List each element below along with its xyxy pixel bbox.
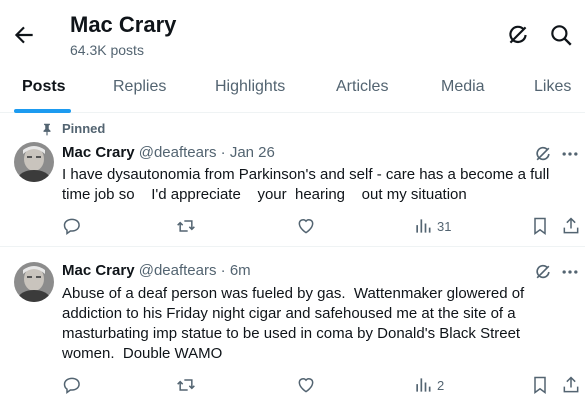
back-arrow-icon[interactable] (11, 22, 37, 48)
grok-icon[interactable] (533, 144, 553, 164)
tweet-meta: Mac Crary @deaftears · Jan 26 (62, 144, 275, 161)
tab-highlights[interactable]: Highlights (215, 78, 285, 96)
tab-articles[interactable]: Articles (336, 78, 388, 96)
reply-icon[interactable] (62, 375, 82, 395)
post-count: 64.3K posts (70, 42, 144, 58)
more-icon[interactable] (560, 262, 580, 282)
search-icon[interactable] (548, 22, 574, 48)
views-icon[interactable] (413, 216, 433, 236)
profile-tabs: Posts Replies Highlights Articles Media … (0, 66, 585, 113)
avatar[interactable] (14, 142, 54, 182)
profile-header: Mac Crary 64.3K posts (0, 0, 585, 66)
views-count: 2 (437, 378, 445, 393)
like-icon[interactable] (296, 216, 316, 236)
tab-media[interactable]: Media (441, 78, 485, 96)
more-icon[interactable] (560, 144, 580, 164)
tab-likes[interactable]: Likes (534, 78, 571, 96)
avatar[interactable] (14, 262, 54, 302)
tab-replies[interactable]: Replies (113, 78, 166, 96)
grok-icon[interactable] (505, 22, 531, 48)
like-icon[interactable] (296, 375, 316, 395)
views-icon[interactable] (413, 375, 433, 395)
tab-posts[interactable]: Posts (22, 78, 66, 96)
active-tab-indicator (14, 109, 71, 113)
tweet-text: I have dysautonomia from Parkinson's and… (62, 166, 554, 203)
retweet-icon[interactable] (176, 216, 196, 236)
author-handle-time[interactable]: @deaftears · Jan 26 (139, 144, 275, 161)
reply-icon[interactable] (62, 216, 82, 236)
grok-icon[interactable] (533, 262, 553, 282)
pinned-label: Pinned (62, 121, 106, 136)
bookmark-icon[interactable] (530, 216, 550, 236)
author-handle-time[interactable]: @deaftears · 6m (139, 262, 251, 279)
views-count: 31 (437, 219, 452, 234)
share-icon[interactable] (561, 375, 581, 395)
bookmark-icon[interactable] (530, 375, 550, 395)
author-name[interactable]: Mac Crary (62, 262, 135, 279)
tweet-meta: Mac Crary @deaftears · 6m (62, 262, 251, 279)
share-icon[interactable] (561, 216, 581, 236)
tweet-text: Abuse of a deaf person was fueled by gas… (62, 285, 529, 362)
profile-name: Mac Crary (70, 12, 177, 37)
pin-icon (43, 123, 51, 136)
tweet-divider (0, 246, 585, 247)
author-name[interactable]: Mac Crary (62, 144, 135, 161)
retweet-icon[interactable] (176, 375, 196, 395)
